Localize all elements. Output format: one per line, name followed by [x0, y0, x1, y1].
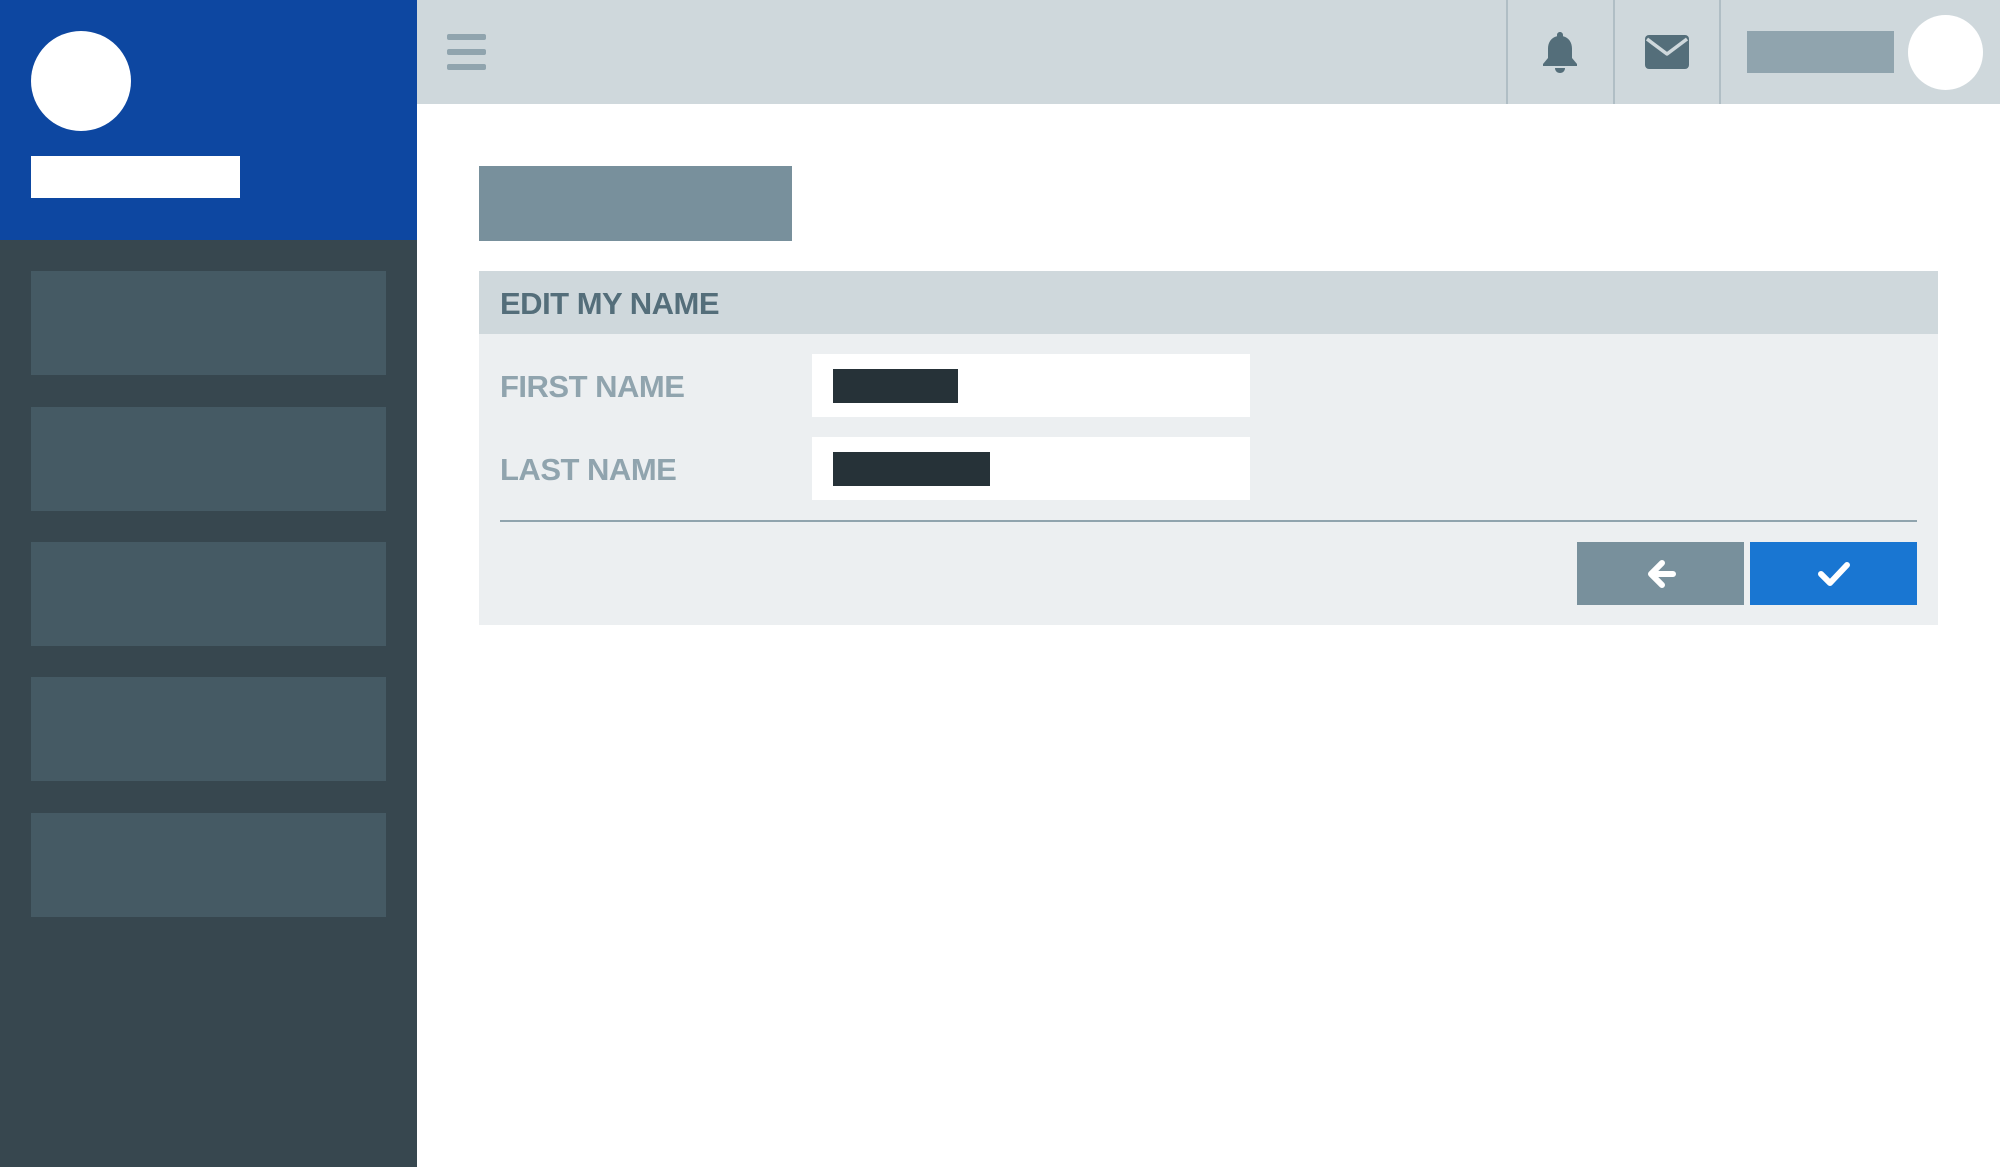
arrow-left-icon	[1647, 559, 1676, 588]
topbar-divider	[1719, 0, 1721, 104]
user-avatar[interactable]	[1908, 15, 1983, 90]
sidebar-item-5[interactable]	[31, 813, 386, 917]
first-name-label: FIRST NAME	[500, 369, 685, 404]
first-name-redacted-value	[833, 369, 958, 403]
hamburger-menu-icon[interactable]	[447, 34, 486, 70]
first-name-field[interactable]	[812, 354, 1250, 417]
checkmark-icon	[1817, 561, 1850, 586]
sidebar-profile-header	[0, 0, 417, 240]
sidebar-item-1[interactable]	[31, 271, 386, 375]
panel-title: EDIT MY NAME	[500, 286, 720, 321]
envelope-icon	[1645, 35, 1689, 69]
user-name-placeholder[interactable]	[1747, 31, 1894, 73]
sidebar-item-2[interactable]	[31, 407, 386, 511]
last-name-field[interactable]	[812, 437, 1250, 500]
last-name-redacted-value	[833, 452, 990, 486]
panel-divider	[500, 520, 1917, 522]
sidebar-item-3[interactable]	[31, 542, 386, 646]
page-title-placeholder	[479, 166, 792, 241]
bell-icon	[1543, 32, 1577, 73]
back-button[interactable]	[1577, 542, 1744, 605]
last-name-label: LAST NAME	[500, 452, 677, 487]
notifications-button[interactable]	[1508, 0, 1612, 104]
sidebar-item-4[interactable]	[31, 677, 386, 781]
profile-avatar[interactable]	[31, 31, 131, 131]
messages-button[interactable]	[1615, 0, 1719, 104]
edit-name-panel: EDIT MY NAME FIRST NAME LAST NAME	[479, 271, 1938, 625]
sidebar	[0, 0, 417, 1167]
profile-name-placeholder	[31, 156, 240, 198]
confirm-button[interactable]	[1750, 542, 1917, 605]
panel-header: EDIT MY NAME	[479, 271, 1938, 334]
